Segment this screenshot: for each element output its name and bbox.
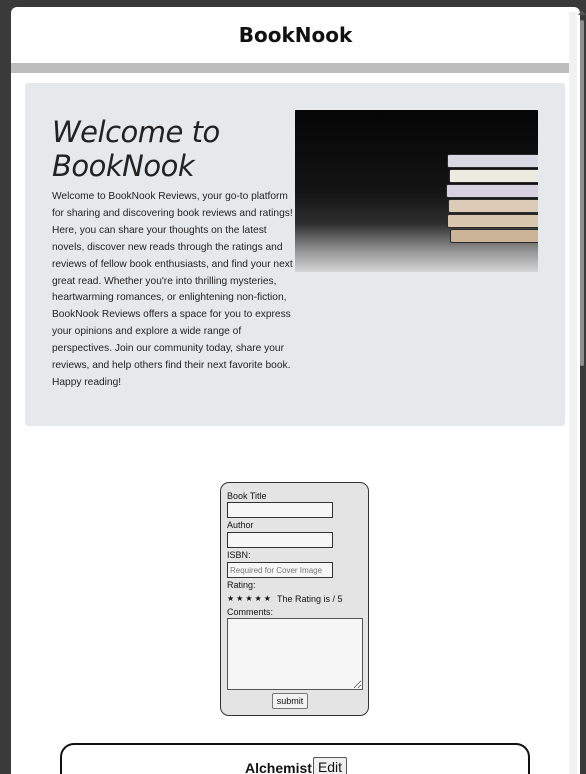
comments-label: Comments: (227, 607, 274, 617)
site-title: BookNook (238, 23, 353, 47)
book-spine (447, 154, 538, 168)
author-label: Author (227, 520, 254, 530)
scrollbar-thumb[interactable] (580, 20, 584, 366)
book-title-label: Book Title (227, 491, 267, 501)
rating-stars[interactable]: ★★★★★ (227, 594, 273, 603)
site-header: BookNook (11, 7, 580, 63)
isbn-input[interactable] (227, 562, 333, 578)
welcome-heading: Welcome to BookNook (52, 115, 220, 183)
review-form: Book Title Author ISBN: Rating: ★★★★★ Th… (220, 482, 369, 716)
scroll-up-arrow-icon[interactable] (578, 10, 586, 15)
rating-label: Rating: (227, 580, 256, 590)
book-spine (448, 199, 538, 213)
submit-button[interactable]: submit (272, 693, 308, 709)
book-spine (449, 169, 538, 183)
author-input[interactable] (227, 532, 333, 548)
book-spine (446, 184, 538, 198)
welcome-section: Welcome to BookNook Welcome to BookNook … (25, 83, 565, 426)
edit-review-button[interactable]: Edit (313, 757, 347, 774)
comments-textarea[interactable] (227, 618, 363, 690)
header-divider (11, 63, 577, 73)
review-card: Alchemist Edit (60, 743, 530, 774)
isbn-label: ISBN: (227, 550, 251, 560)
app-window: BookNook Welcome to BookNook Welcome to … (11, 7, 580, 774)
books-stack-image (295, 110, 538, 272)
scrollbar[interactable] (569, 12, 577, 774)
welcome-text: Welcome to BookNook Reviews, your go-to … (52, 191, 293, 388)
book-spine (450, 229, 538, 243)
book-title-input[interactable] (227, 502, 333, 518)
rating-value-text: The Rating is / 5 (277, 594, 343, 604)
review-book-title: Alchemist (245, 760, 312, 774)
book-spine (447, 214, 538, 228)
